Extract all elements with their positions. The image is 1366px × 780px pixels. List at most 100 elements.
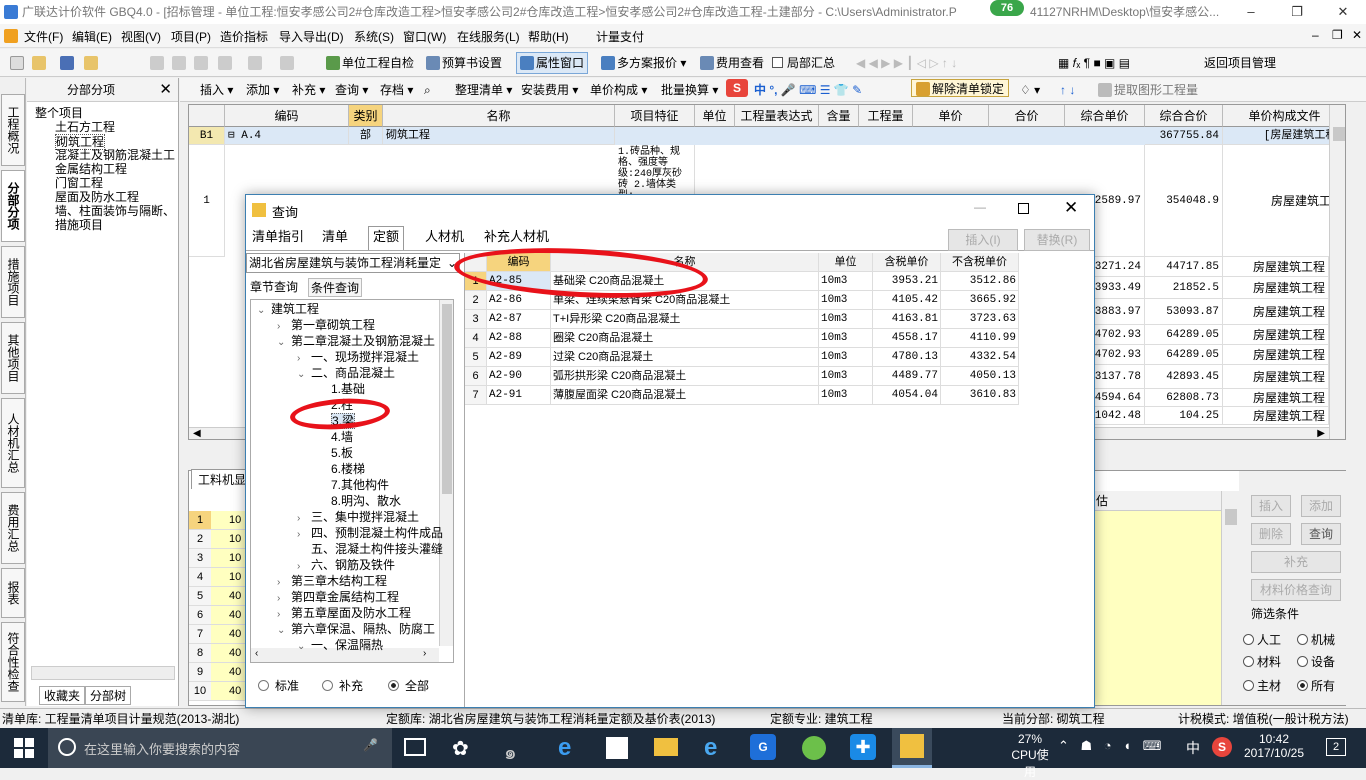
col-header-comp-unit-price[interactable]: 综合单价 [1065,105,1145,127]
left-panel-scrollbar[interactable] [31,666,175,680]
chevron-right-icon[interactable]: › [297,527,311,542]
chevron-right-icon[interactable]: › [277,319,291,334]
tab-fee-summary[interactable]: 费用汇总 [1,492,25,564]
chevron-right-icon[interactable]: › [277,591,291,606]
close-window-button[interactable]: ✕ [1320,0,1366,24]
tree-node[interactable]: › 四、预制混凝土构件成品 [297,526,443,542]
add-button[interactable]: 添加 [1301,495,1341,517]
insert-button[interactable]: 插入 [1251,495,1291,517]
binoculars-icon[interactable]: ⌕ [424,81,431,99]
redo-icon[interactable] [280,56,294,70]
sogou-ime-icon[interactable]: S [726,79,748,97]
tree-node[interactable]: 6.楼梯 [317,462,365,477]
green-app-icon[interactable] [802,736,826,760]
query-button[interactable]: 查询 [1301,523,1341,545]
filter-radio[interactable]: 主材 [1243,677,1281,694]
paste-icon[interactable] [194,56,208,70]
menu-help[interactable]: 帮助(H) [528,28,569,45]
norm-type-radio[interactable]: 补充 [322,677,363,694]
tree-node[interactable]: ⌄ 二、商品混凝土 [297,366,395,382]
scroll-left-icon[interactable]: ‹ [255,648,258,659]
table-row[interactable]: 4 A2-88 圈梁 C20商品混凝土 10m3 4558.17 4110.99 [465,329,1019,348]
edge-icon[interactable]: e [558,734,571,762]
col-header-content[interactable]: 含量 [819,105,859,127]
tree-node[interactable]: › 六、钢筋及铁件 [297,558,395,574]
tree-node[interactable]: 5.板 [317,446,353,461]
tree-vscrollbar[interactable] [439,300,453,646]
menu-cost-index[interactable]: 造价指标 [220,28,268,45]
nav-arrows[interactable]: ◀ ◀ ▶ ▶ ┃ ◁ ▷ ↑ ↓ [856,54,957,72]
filter-radio[interactable]: 机械 [1297,631,1335,648]
minimize-button[interactable]: – [1228,0,1274,24]
unit-price-menu[interactable]: 单价构成 ▾ [590,81,647,99]
tab-report[interactable]: 报表 [1,568,25,618]
scroll-left-icon[interactable]: ◀ [193,428,201,439]
local-summary-checkbox[interactable]: 局部汇总 [772,54,835,72]
ime-indicator[interactable]: 中 [1186,738,1200,758]
plus-app-icon[interactable]: ✚ [850,734,876,760]
tree-node[interactable]: › 第一章砌筑工程 [277,318,375,334]
scroll-right-icon[interactable]: › [423,648,426,659]
property-window-button[interactable]: 属性窗口 [516,52,589,74]
norm-col-header-unit[interactable]: 单位 [819,253,873,272]
move-up-down-icons[interactable]: ↑ ↓ [1060,81,1075,99]
tab-norm[interactable]: 定额 [368,226,405,250]
fee-view-button[interactable]: 费用查看 [700,54,764,72]
calculator-icon[interactable]: ▦ 𝑓ₓ ¶ ■ ▣ ▤ [1058,54,1130,72]
tree-node[interactable]: ⌄ 第六章保温、隔热、防腐工 [277,622,435,638]
ie-icon[interactable]: e [704,734,717,762]
tree-node[interactable]: › 第四章金属结构工程 [277,590,399,606]
menu-view[interactable]: 视图(V) [121,28,161,45]
menu-metering-payment[interactable]: 计量支付 [596,28,644,45]
undo-icon[interactable] [248,56,262,70]
table-row[interactable]: 5 A2-89 过梁 C20商品混凝土 10m3 4780.13 4332.54 [465,348,1019,367]
norm-type-radio[interactable]: 全部 [388,677,429,694]
tree-node[interactable]: ⌄ 建筑工程 [257,302,319,318]
gbq-taskbar-icon[interactable] [892,728,932,768]
multi-quote-button[interactable]: 多方案报价 ▾ [601,54,686,72]
col-header-comp-total[interactable]: 综合合价 [1145,105,1223,127]
chevron-right-icon[interactable]: › [297,559,311,574]
paint-icon[interactable]: ♢ ▾ [1020,81,1040,99]
budget-settings-button[interactable]: 预算书设置 [426,54,502,72]
menu-project[interactable]: 项目(P) [171,28,211,45]
grid-vscrollbar[interactable] [1329,105,1345,439]
delete-icon[interactable] [218,56,232,70]
tree-item-measures[interactable]: 措施项目 [55,218,103,232]
norm-type-radio[interactable]: 标准 [258,677,299,694]
dialog-minimize-button[interactable]: — [974,200,986,214]
organize-list-menu[interactable]: 整理清单 ▾ [455,81,512,99]
glodon-icon[interactable]: G [750,734,776,760]
tab-labor-material-summary[interactable]: 人材机汇总 [1,398,25,488]
col-header-feature[interactable]: 项目特征 [615,105,695,127]
unlock-list-button[interactable]: 解除清单锁定 [911,79,1010,97]
store-icon[interactable] [606,737,628,759]
tree-node[interactable]: › 第三章木结构工程 [277,574,387,590]
filter-radio[interactable]: 所有 [1297,677,1335,694]
col-header-name[interactable]: 名称 [383,105,615,127]
extract-quantity-button[interactable]: 提取图形工程量 [1098,81,1198,99]
lower-vscrollbar[interactable] [1221,491,1239,705]
vscroll-thumb[interactable] [1333,127,1345,141]
norm-col-header-notax-price[interactable]: 不含税单价 [941,253,1019,272]
tab-list-guide[interactable]: 清单指引 [248,227,308,249]
table-row[interactable]: 6 A2-90 弧形拱形梁 C20商品混凝土 10m3 4489.77 4050.13 [465,367,1019,386]
dialog-close-button[interactable]: ✕ [1064,198,1078,218]
tree-node[interactable]: 7.其他构件 [317,478,389,493]
tree-item-earthwork[interactable]: 土石方工程 [55,120,115,134]
clock[interactable]: 10:42 2017/10/25 [1238,732,1310,760]
open-file-icon[interactable] [32,56,46,70]
supplement-menu[interactable]: 补充 ▾ [292,81,325,99]
tree-node[interactable]: 1.基础 [317,382,365,397]
filter-radio[interactable]: 人工 [1243,631,1281,648]
tab-measures[interactable]: 措施项目 [1,246,25,318]
cut-icon[interactable] [150,56,164,70]
chevron-down-icon[interactable]: ⌄ [297,639,311,654]
tab-sub-items[interactable]: 分部分项 [1,170,25,242]
col-header-total-price[interactable]: 合价 [989,105,1065,127]
tree-node[interactable]: › 三、集中搅拌混凝土 [297,510,419,526]
material-price-query-button[interactable]: 材料价格查询 [1251,579,1341,601]
chevron-right-icon[interactable]: › [297,351,311,366]
col-header-quantity[interactable]: 工程量 [859,105,913,127]
task-view-icon[interactable] [404,738,426,756]
